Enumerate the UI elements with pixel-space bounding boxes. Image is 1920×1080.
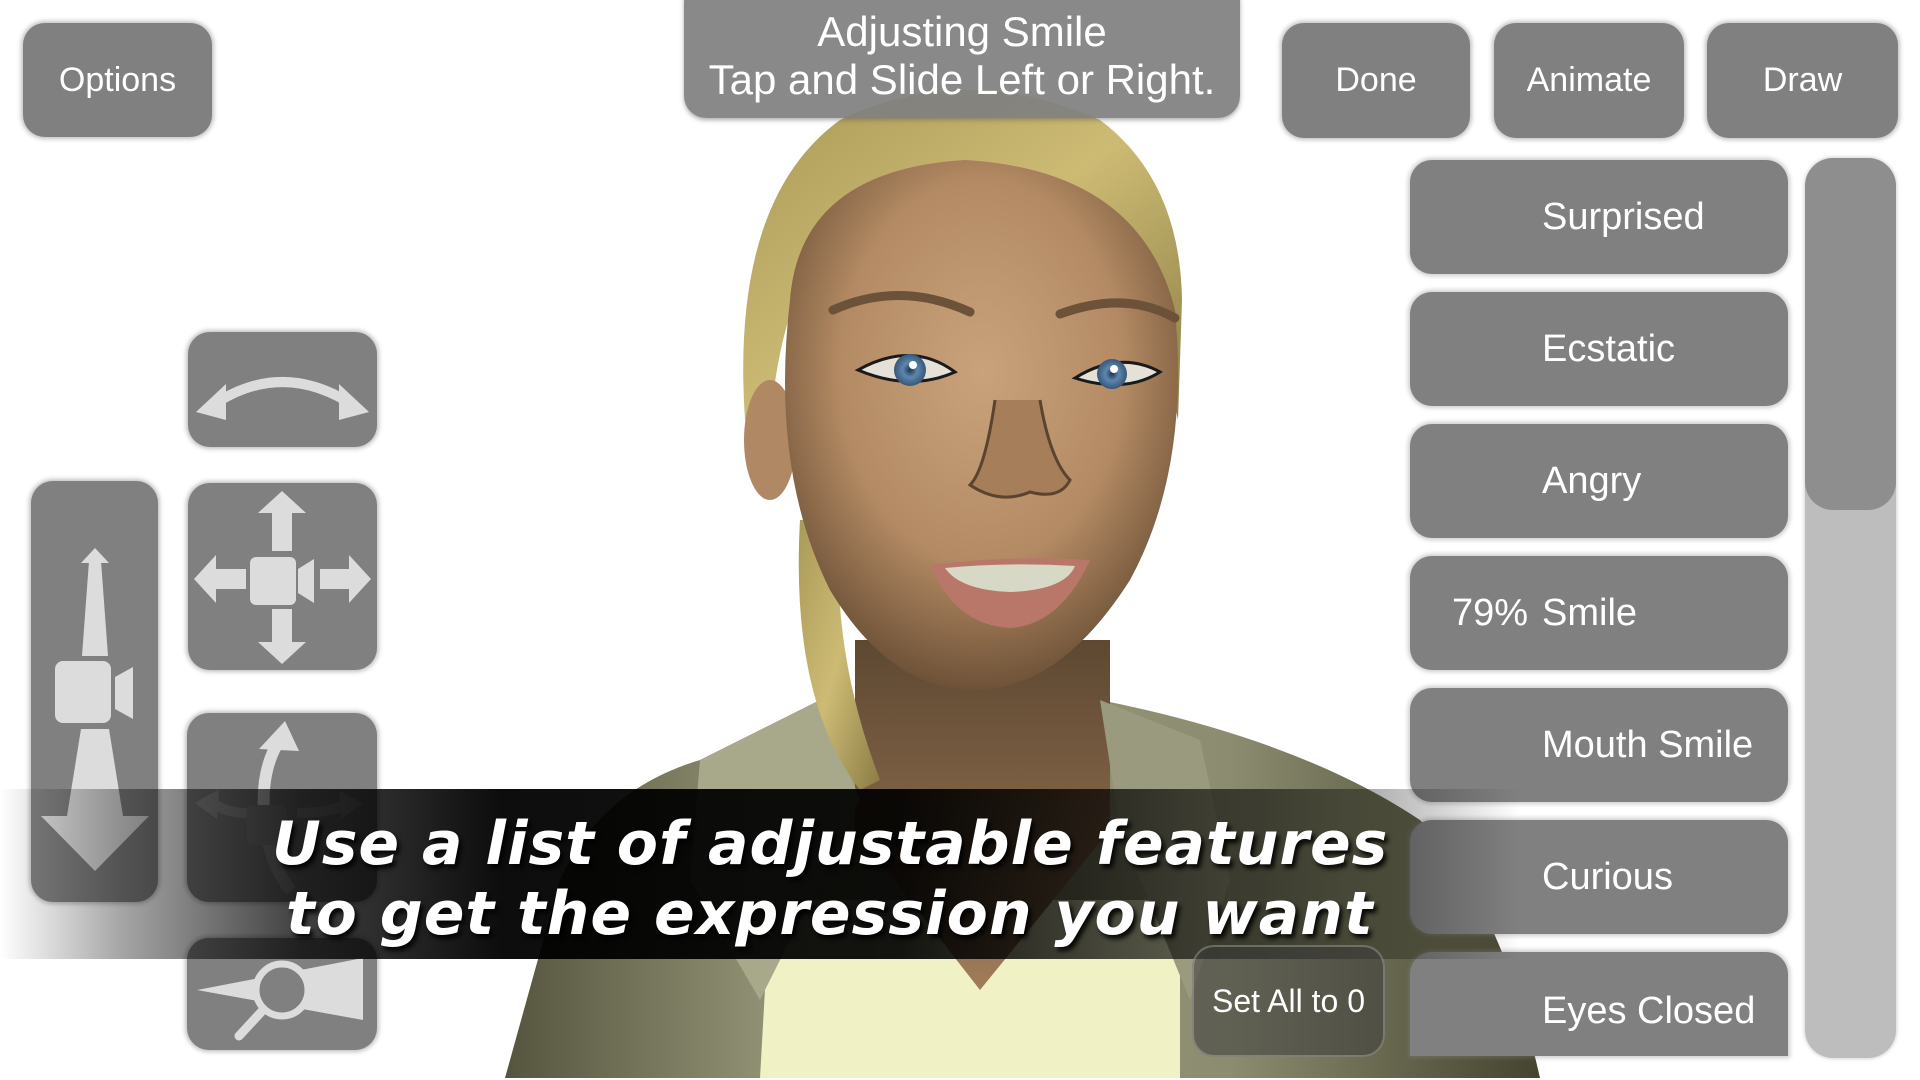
eye-highlight <box>1110 365 1118 373</box>
expression-item-surprised[interactable]: Surprised <box>1410 160 1788 274</box>
expression-label: Smile <box>1542 591 1638 634</box>
options-label: Options <box>58 60 177 99</box>
camera-four-way-arrows-icon <box>188 483 377 670</box>
pan-camera-button[interactable] <box>188 483 377 670</box>
orbit-camera-button[interactable] <box>188 332 377 447</box>
mode-instruction-banner: Adjusting Smile Tap and Slide Left or Ri… <box>684 0 1240 118</box>
options-button[interactable]: Options <box>23 23 212 137</box>
iris-right <box>1097 359 1127 389</box>
done-button[interactable]: Done <box>1282 23 1470 138</box>
mode-hint: Tap and Slide Left or Right. <box>708 56 1216 103</box>
expression-label: Eyes Closed <box>1542 990 1756 1032</box>
done-label: Done <box>1335 61 1417 99</box>
expression-label: Ecstatic <box>1542 327 1676 370</box>
expression-value: 79% <box>1452 591 1529 634</box>
expression-label: Angry <box>1542 459 1642 502</box>
iris-left <box>894 354 926 386</box>
expression-item-eyes-closed[interactable]: Eyes Closed <box>1410 952 1788 1056</box>
expression-list-scrollbar[interactable] <box>1805 158 1896 1058</box>
draw-button[interactable]: Draw <box>1707 23 1898 138</box>
scrollbar-thumb[interactable] <box>1805 158 1896 510</box>
expression-item-mouth-smile[interactable]: Mouth Smile <box>1410 688 1788 802</box>
promo-caption-band: Use a list of adjustable features to get… <box>0 789 1520 959</box>
caption-line-1: Use a list of adjustable features <box>272 809 1389 879</box>
set-all-to-zero-button[interactable]: Set All to 0 <box>1192 945 1385 1057</box>
expression-label: Mouth Smile <box>1542 723 1754 766</box>
eye-highlight <box>909 361 917 369</box>
set-all-label: Set All to 0 <box>1212 982 1365 1019</box>
mode-title: Adjusting Smile <box>817 8 1107 55</box>
expression-item-angry[interactable]: Angry <box>1410 424 1788 538</box>
expression-item-smile[interactable]: 79% Smile <box>1410 556 1788 670</box>
expression-item-ecstatic[interactable]: Ecstatic <box>1410 292 1788 406</box>
animate-button[interactable]: Animate <box>1494 23 1684 138</box>
animate-label: Animate <box>1526 61 1652 99</box>
caption-line-2: to get the expression you want <box>286 879 1374 949</box>
expression-label: Surprised <box>1542 195 1705 238</box>
draw-label: Draw <box>1762 61 1843 99</box>
curved-double-arrow-icon <box>188 332 377 447</box>
